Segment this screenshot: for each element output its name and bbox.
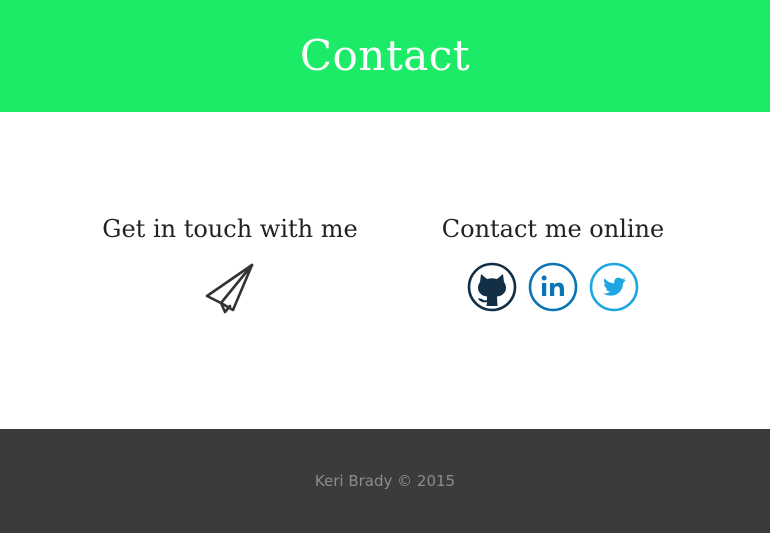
- email-contact-heading: Get in touch with me: [102, 215, 358, 243]
- twitter-link[interactable]: [589, 262, 639, 312]
- page-header: Contact: [0, 0, 770, 112]
- page-footer: Keri Brady © 2015: [0, 429, 770, 533]
- email-icon-row: [80, 262, 380, 314]
- online-contact-column: Contact me online: [403, 210, 703, 312]
- github-link[interactable]: [467, 262, 517, 312]
- contact-page: Contact Get in touch with me Contact me: [0, 0, 770, 533]
- social-links: [403, 262, 703, 312]
- contact-section: Get in touch with me Contact me online: [0, 112, 770, 429]
- online-contact-heading: Contact me online: [441, 215, 665, 243]
- email-link[interactable]: [204, 262, 256, 314]
- page-title: Contact: [299, 30, 471, 80]
- linkedin-icon: [528, 262, 578, 312]
- github-icon: [467, 262, 517, 312]
- linkedin-link[interactable]: [528, 262, 578, 312]
- email-contact-column: Get in touch with me: [80, 210, 380, 314]
- copyright-text: Keri Brady © 2015: [314, 472, 456, 490]
- twitter-icon: [589, 262, 639, 312]
- paper-plane-icon: [205, 263, 254, 314]
